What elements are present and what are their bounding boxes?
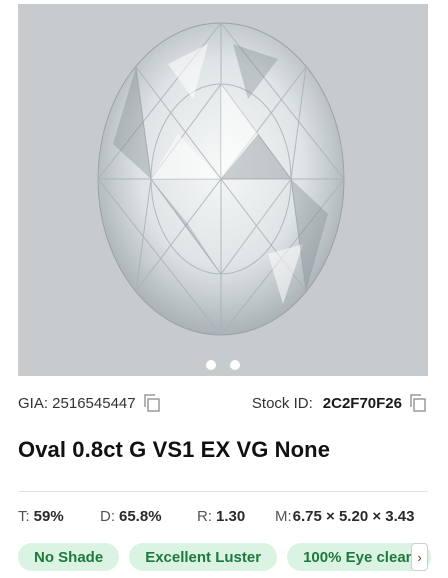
tags-scroll-right-button[interactable]: › xyxy=(411,543,428,571)
stock-id-value: 2C2F70F26 xyxy=(322,394,402,412)
spec-table-value: 59% xyxy=(33,508,64,525)
spec-ratio-value: 1.30 xyxy=(216,508,246,525)
tag-excellent-luster: Excellent Luster xyxy=(129,543,278,571)
gallery-dot-1[interactable] xyxy=(206,360,216,370)
stock-id-label: Stock ID: xyxy=(251,394,313,412)
divider xyxy=(18,491,428,492)
gia-number: GIA: 2516545447 xyxy=(18,394,136,412)
gallery-dot-2[interactable] xyxy=(230,360,240,370)
feature-tags: No Shade Excellent Luster 100% Eye clean xyxy=(18,543,448,571)
product-title: Oval 0.8ct G VS1 EX VG None xyxy=(18,437,331,462)
spec-depth-key: D: xyxy=(100,508,115,525)
gallery-pagination xyxy=(18,360,428,370)
spec-measurements-value: 6.75 × 5.20 × 3.43 xyxy=(292,508,415,525)
spec-depth-value: 65.8% xyxy=(119,508,162,525)
spec-depth: D: 65.8% xyxy=(100,508,197,525)
tag-no-shade: No Shade xyxy=(18,543,120,571)
spec-ratio-key: R: xyxy=(197,508,212,525)
spec-row: T: 59% D: 65.8% R: 1.30 M: 6.75 × 5.20 ×… xyxy=(18,508,430,525)
tag-eye-clean: 100% Eye clean xyxy=(287,543,431,571)
copy-gia-icon[interactable] xyxy=(142,393,162,413)
spec-table: T: 59% xyxy=(18,508,100,525)
spec-ratio: R: 1.30 xyxy=(197,508,275,525)
diamond-image xyxy=(97,22,345,336)
spec-table-key: T: xyxy=(18,508,30,525)
diamond-image-gallery[interactable] xyxy=(18,4,428,376)
copy-stock-id-icon[interactable] xyxy=(408,393,428,413)
spec-measurements-key: M: xyxy=(275,508,292,525)
identifier-row: GIA: 2516545447 Stock ID: 2C2F70F26 xyxy=(18,392,428,414)
spec-measurements: M: 6.75 × 5.20 × 3.43 xyxy=(275,508,414,525)
